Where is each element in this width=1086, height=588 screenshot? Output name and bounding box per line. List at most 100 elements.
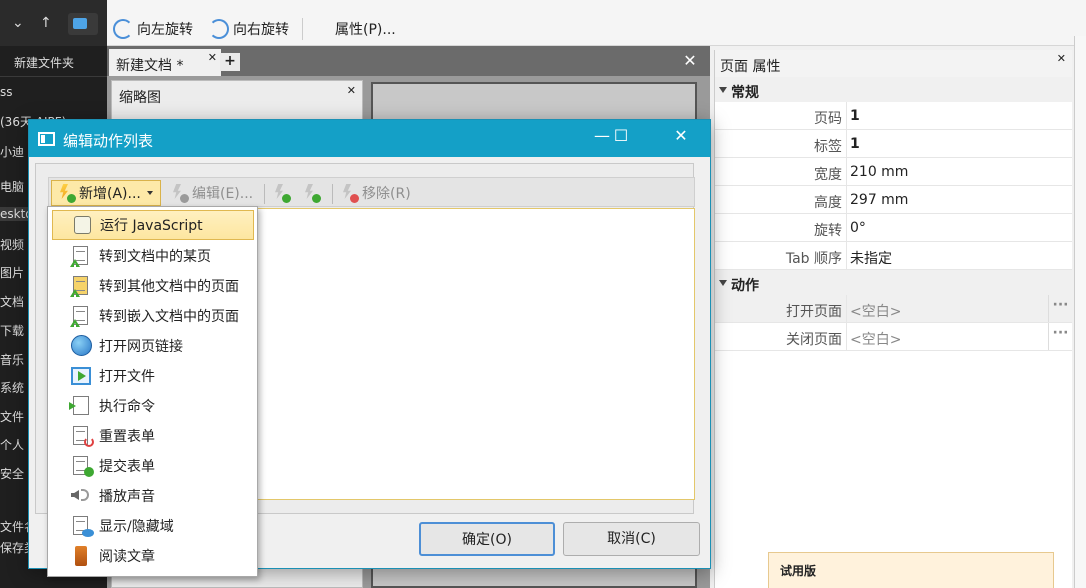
globe-icon [70, 335, 94, 357]
menu-item-play-sound[interactable]: 播放声音 [52, 481, 254, 511]
arrow-up-icon[interactable]: ↑ [40, 15, 52, 31]
edit-action-label: 编辑(E)... [192, 186, 254, 202]
new-folder-button[interactable]: 新建文件夹 [14, 54, 74, 71]
menu-item-label: 提交表单 [99, 459, 155, 475]
chevron-down-icon [146, 191, 153, 195]
property-row[interactable]: 打开页面 <空白> ··· [715, 295, 1072, 323]
maximize-icon[interactable]: ☐ [604, 126, 638, 145]
rotate-left-icon [113, 19, 133, 39]
ok-button[interactable]: 确定(O) [419, 522, 555, 556]
add-action-button[interactable]: 新增(A)... [51, 180, 161, 206]
command-icon [69, 395, 94, 417]
property-key: 页码 [715, 102, 847, 129]
explorer-item[interactable]: 小迪 [0, 143, 24, 160]
property-row[interactable]: Tab 顺序 未指定 [715, 242, 1072, 270]
menu-item-label: 播放声音 [99, 489, 155, 505]
close-icon[interactable]: ✕ [347, 84, 356, 97]
property-value: 未指定 [850, 251, 892, 267]
dialog-toolbar: 新增(A)... 编辑(E)... 移除(R) [48, 177, 695, 207]
property-value: <空白> ··· [847, 295, 1072, 322]
property-key: 标签 [715, 130, 847, 157]
toolbar-divider [264, 184, 265, 204]
properties-title: 页面 属性 [720, 59, 781, 75]
tab-new-document[interactable]: 新建文档 * ✕ [109, 49, 221, 76]
lightning-up-icon [271, 183, 291, 203]
explorer-item[interactable]: 视频 [0, 236, 24, 253]
explorer-item[interactable]: ss [0, 85, 13, 99]
folder-location-button[interactable] [68, 13, 98, 35]
property-row[interactable]: 关闭页面 <空白> ··· [715, 323, 1072, 351]
property-row[interactable]: 宽度 210 mm [715, 158, 1072, 186]
book-icon [70, 545, 94, 567]
menu-item-goto-page[interactable]: 转到文档中的某页 [52, 241, 254, 271]
property-row[interactable]: 旋转 0° [715, 214, 1072, 242]
edit-action-button[interactable]: 编辑(E)... [169, 180, 253, 206]
close-icon[interactable]: ✕ [679, 51, 701, 71]
property-value: 297 mm [850, 192, 909, 208]
move-down-button[interactable] [301, 180, 324, 206]
trial-banner: 试用版 [768, 552, 1054, 588]
explorer-item[interactable]: 文档 [0, 293, 24, 310]
menu-item-label: 运行 JavaScript [100, 218, 203, 234]
thumbnail-title: 缩略图 [119, 90, 161, 106]
category-actions[interactable]: 动作 [715, 270, 1072, 295]
property-value: 1 [850, 136, 860, 152]
remove-action-label: 移除(R) [362, 186, 411, 202]
menu-item-open-file[interactable]: 打开文件 [52, 361, 254, 391]
remove-action-button[interactable]: 移除(R) [339, 180, 411, 206]
close-icon[interactable]: ✕ [208, 51, 217, 64]
lightning-down-icon [301, 183, 321, 203]
divider [0, 76, 107, 77]
menu-item-label: 转到嵌入文档中的页面 [99, 309, 239, 325]
reset-form-icon [70, 425, 94, 447]
explorer-item[interactable]: 下载 [0, 322, 24, 339]
rotate-right-label: 向右旋转 [233, 22, 289, 38]
category-general[interactable]: 常规 [715, 77, 1072, 102]
menu-item-run-javascript[interactable]: 运行 JavaScript [52, 210, 254, 240]
property-row[interactable]: 标签 1 [715, 130, 1072, 158]
menu-item-goto-embedded-document[interactable]: 转到嵌入文档中的页面 [52, 301, 254, 331]
menu-item-open-web-link[interactable]: 打开网页链接 [52, 331, 254, 361]
folder-goto-icon [70, 275, 94, 297]
menu-item-execute-command[interactable]: 执行命令 [52, 391, 254, 421]
property-key: 高度 [715, 186, 847, 213]
explorer-item[interactable]: 音乐 [0, 351, 24, 368]
rotate-right-button[interactable]: 向右旋转 [209, 16, 289, 42]
add-action-menu: 运行 JavaScript 转到文档中的某页 转到其他文档中的页面 转到嵌入文档… [47, 206, 258, 577]
dialog-titlebar: 编辑动作列表 — ☐ ✕ [29, 120, 710, 157]
window-icon [38, 132, 55, 146]
menu-item-goto-other-document[interactable]: 转到其他文档中的页面 [52, 271, 254, 301]
show-hide-icon [70, 515, 94, 537]
menu-item-read-article[interactable]: 阅读文章 [52, 541, 254, 571]
move-up-button[interactable] [271, 180, 294, 206]
properties-button[interactable]: 属性(P)... [311, 16, 1045, 89]
menu-item-reset-form[interactable]: 重置表单 [52, 421, 254, 451]
properties-header: 页面 属性 ✕ [715, 50, 1072, 77]
more-options-button[interactable]: ··· [1048, 323, 1072, 350]
menu-item-show-hide-field[interactable]: 显示/隐藏域 [52, 511, 254, 541]
property-row[interactable]: 高度 297 mm [715, 186, 1072, 214]
open-file-icon [70, 365, 94, 387]
property-key: 旋转 [715, 214, 847, 241]
chevron-down-icon[interactable]: ⌄ [12, 15, 24, 31]
explorer-item[interactable]: 图片 [0, 264, 24, 281]
explorer-item[interactable]: 电脑 [0, 178, 24, 195]
toolbar-divider [332, 184, 333, 204]
close-icon[interactable]: ✕ [1057, 52, 1066, 65]
menu-item-label: 转到文档中的某页 [99, 249, 211, 265]
properties-panel: 页面 属性 ✕ 常规 页码 1 标签 1 宽度 210 mm 高度 297 mm 旋转 0… [714, 50, 1072, 588]
property-value: 1 [850, 108, 860, 124]
rotate-left-button[interactable]: 向左旋转 [113, 16, 193, 42]
cancel-button[interactable]: 取消(C) [563, 522, 700, 556]
menu-item-submit-form[interactable]: 提交表单 [52, 451, 254, 481]
app-toolbar: 向左旋转 向右旋转 属性(P)... [107, 0, 1086, 89]
document-tab-bar: 新建文档 * ✕ + ✕ [107, 46, 710, 76]
property-value-text: <空白> [850, 332, 902, 348]
explorer-toolbar: ⌄ ↑ [0, 0, 107, 46]
property-row[interactable]: 页码 1 [715, 102, 1072, 130]
dialog-title: 编辑动作列表 [63, 132, 154, 150]
more-options-button[interactable]: ··· [1048, 295, 1072, 322]
add-tab-button[interactable]: + [220, 53, 240, 71]
submit-form-icon [70, 455, 94, 477]
close-icon[interactable]: ✕ [664, 126, 698, 145]
